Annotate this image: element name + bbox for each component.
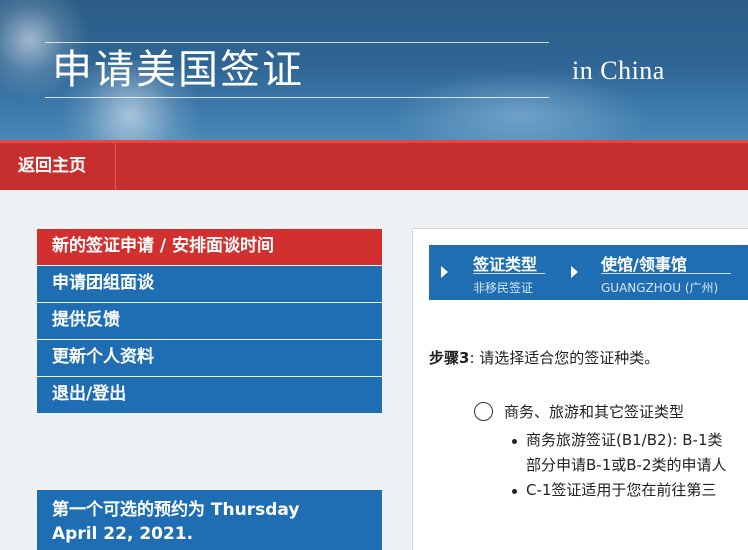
bullet-icon <box>512 439 517 444</box>
site-title: 申请美国签证 <box>52 47 304 93</box>
first-available-appointment: 第一个可选的预约为 Thursday April 22, 2021. <box>37 490 382 550</box>
left-menu: 新的签证申请 / 安排面谈时间 申请团组面谈 提供反馈 更新个人资料 退出/登出 <box>37 229 382 414</box>
appointment-line-2: April 22, 2021. <box>52 524 194 544</box>
step-visa-type-value: 非移民签证 <box>473 281 534 295</box>
bullet-text: C-1签证适用于您在前往第三 <box>526 481 717 499</box>
visa-category-radio[interactable] <box>474 402 493 421</box>
step-underline <box>473 273 545 274</box>
step-instruction: 步骤3: 请选择适合您的签证种类。 <box>429 347 659 368</box>
menu-item-update-profile[interactable]: 更新个人资料 <box>37 340 382 376</box>
step-visa-type-label: 签证类型 <box>473 255 538 274</box>
visa-category-label: 商务、旅游和其它签证类型 <box>504 403 685 421</box>
step-consulate-label: 使馆/领事馆 <box>601 255 687 274</box>
step-arrow-icon <box>571 266 578 278</box>
visa-category-details: 商务旅游签证(B1/B2): B-1类 部分申请B-1或B-2类的申请人 C-1… <box>509 428 727 503</box>
bullet-text: 商务旅游签证(B1/B2): B-1类 <box>526 431 723 449</box>
main-nav-bar: 返回主页 <box>0 140 748 190</box>
progress-steps: 签证类型 非移民签证 使馆/领事馆 GUANGZHOU (广州) <box>429 245 748 300</box>
bullet-continuation: 部分申请B-1或B-2类的申请人 <box>526 456 727 474</box>
list-item: C-1签证适用于您在前往第三 <box>509 478 727 503</box>
home-link[interactable]: 返回主页 <box>0 143 116 190</box>
menu-item-group-interview[interactable]: 申请团组面谈 <box>37 266 382 302</box>
step-underline <box>601 273 731 274</box>
title-rule-top <box>45 42 549 43</box>
step-number: 步骤3 <box>429 349 470 367</box>
menu-item-logout[interactable]: 退出/登出 <box>37 377 382 413</box>
menu-item-feedback[interactable]: 提供反馈 <box>37 303 382 339</box>
step-consulate-value: GUANGZHOU (广州) <box>601 281 719 295</box>
appointment-line-1: 第一个可选的预约为 Thursday <box>52 500 300 520</box>
step-arrow-icon <box>441 266 448 278</box>
bullet-icon <box>512 489 517 494</box>
step-instruction-text: : 请选择适合您的签证种类。 <box>469 349 660 367</box>
menu-item-new-application[interactable]: 新的签证申请 / 安排面谈时间 <box>37 229 382 265</box>
list-item: 商务旅游签证(B1/B2): B-1类 <box>509 428 727 453</box>
page: 申请美国签证 in China 返回主页 新的签证申请 / 安排面谈时间 申请团… <box>0 0 748 550</box>
header-banner: 申请美国签证 in China <box>0 0 748 140</box>
title-rule-bottom <box>45 97 549 98</box>
main-content-panel: 签证类型 非移民签证 使馆/领事馆 GUANGZHOU (广州) 步骤3: 请选… <box>412 228 748 550</box>
site-subtitle: in China <box>572 56 665 85</box>
